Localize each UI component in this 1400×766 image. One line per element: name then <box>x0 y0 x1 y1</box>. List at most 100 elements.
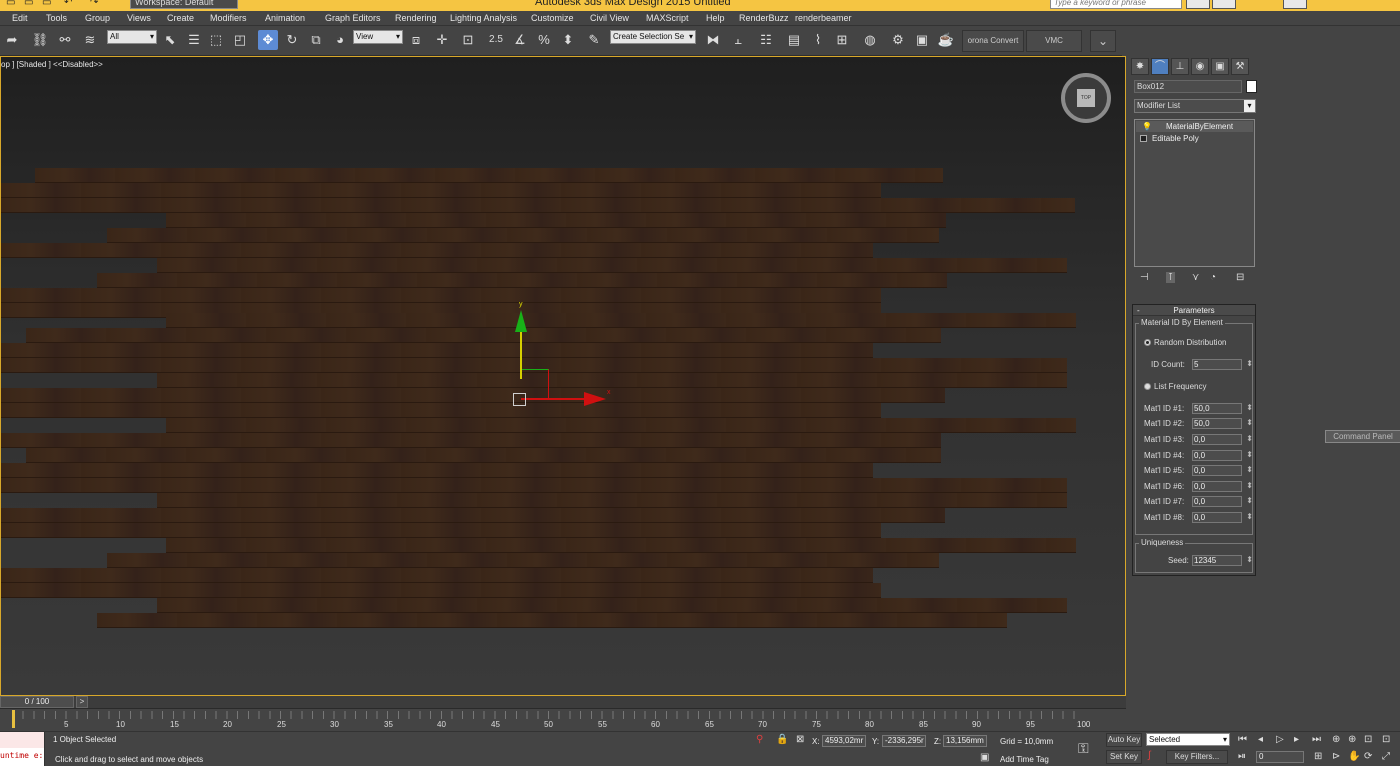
time-slider-knob[interactable]: 0 / 100 <box>0 696 74 708</box>
configure-modifier-sets-icon[interactable]: ⊟ <box>1236 272 1244 283</box>
remove-modifier-icon[interactable]: ◔ <box>1210 272 1216 283</box>
curve-editor-icon[interactable]: ⌇ <box>808 30 828 50</box>
menu-customize[interactable]: Customize <box>531 13 574 23</box>
maxscript-input[interactable] <box>0 732 44 748</box>
material-editor-icon[interactable]: ◍ <box>860 30 880 50</box>
menu-modifiers[interactable]: Modifiers <box>210 13 247 23</box>
menu-rendering[interactable]: Rendering <box>395 13 437 23</box>
isolate-selection-icon[interactable]: ⚲ <box>756 734 763 745</box>
matid-3-spinner[interactable]: 0,0 <box>1192 434 1253 445</box>
menu-renderbeamer[interactable]: renderbeamer <box>795 13 852 23</box>
pivot-center-icon[interactable]: ⧈ <box>406 30 426 50</box>
current-frame-field[interactable]: 0 <box>1256 751 1304 763</box>
select-by-name-icon[interactable]: ☰ <box>184 30 204 50</box>
object-name-field[interactable]: Box012 <box>1134 80 1242 93</box>
z-coord-field[interactable]: 13,156mm <box>943 735 987 747</box>
collapse-icon[interactable]: - <box>1137 305 1140 316</box>
zoom-icon[interactable]: ⊕ <box>1332 734 1340 745</box>
go-to-end-icon[interactable]: ⏭ <box>1312 734 1321 745</box>
stack-item-materialbyelement[interactable]: 💡 MaterialByElement <box>1136 121 1253 132</box>
undo-icon[interactable]: ↶ <box>64 0 72 8</box>
pin-stack-icon[interactable]: ⊣ <box>1140 272 1149 283</box>
align-icon[interactable]: ⫠ <box>728 30 748 50</box>
orbit-icon[interactable]: ⟳ <box>1364 751 1372 762</box>
menu-edit[interactable]: Edit <box>12 13 28 23</box>
vmc-button[interactable]: VMC <box>1026 30 1082 52</box>
menu-civil-view[interactable]: Civil View <box>590 13 629 23</box>
unlink-icon[interactable]: ⚯ <box>55 30 75 50</box>
spinner-snap-icon[interactable]: ⬍ <box>558 30 578 50</box>
viewcube-top-face[interactable]: TOP <box>1077 89 1095 107</box>
maximize-viewport-icon[interactable]: ⤢ <box>1382 751 1390 762</box>
absolute-mode-icon[interactable]: ⊠ <box>796 734 804 745</box>
seed-spinner[interactable]: 12345 <box>1192 555 1253 566</box>
tab-hierarchy-icon[interactable]: ⊥ <box>1171 58 1189 75</box>
x-coord-field[interactable]: 4593,02mr <box>822 735 866 747</box>
previous-frame-icon[interactable]: ◂ <box>1258 734 1263 745</box>
matid-6-spinner[interactable]: 0,0 <box>1192 481 1253 492</box>
set-key-button[interactable]: Set Key <box>1106 750 1142 764</box>
toolbar-overflow-chevron-icon[interactable]: ⌄ <box>1090 30 1116 52</box>
menu-graph-editors[interactable]: Graph Editors <box>325 13 381 23</box>
workspace-dropdown[interactable]: Workspace: Default <box>130 0 238 9</box>
time-slider[interactable]: 0 / 100 > <box>0 696 1126 709</box>
keyboard-shortcut-override-icon[interactable]: ⊡ <box>458 30 478 50</box>
menu-lighting-analysis[interactable]: Lighting Analysis <box>450 13 517 23</box>
rollout-header[interactable]: - Parameters <box>1133 305 1255 316</box>
lightbulb-icon[interactable]: 💡 <box>1142 121 1152 132</box>
auto-key-button[interactable]: Auto Key <box>1106 733 1142 747</box>
track-bar[interactable]: 5 10 15 20 25 30 35 40 45 50 55 60 65 70… <box>0 709 1126 731</box>
angle-snap-icon[interactable]: ∡ <box>510 30 530 50</box>
default-in-out-tangents-icon[interactable]: ∫ <box>1148 750 1151 761</box>
menu-help[interactable]: Help <box>706 13 725 23</box>
time-configuration-icon[interactable]: ⊞ <box>1314 751 1322 762</box>
zoom-extents-icon[interactable]: ⊡ <box>1364 734 1372 745</box>
account-button[interactable] <box>1212 0 1236 9</box>
open-file-icon[interactable]: ▭ <box>24 0 33 8</box>
next-frame-icon[interactable]: ▸ <box>1294 734 1299 745</box>
gizmo-x-arrow-icon[interactable] <box>584 392 606 406</box>
viewport-label[interactable]: op ] [Shaded ] <<Disabled>> <box>1 60 103 69</box>
time-slider-next-button[interactable]: > <box>76 696 88 708</box>
stack-item-editable-poly[interactable]: Editable Poly <box>1136 133 1253 144</box>
y-coord-field[interactable]: -2336,295r <box>882 735 926 747</box>
viewport-top[interactable]: op ] [Shaded ] <<Disabled>> y x TOP <box>0 56 1126 696</box>
go-to-start-icon[interactable]: ⏮ <box>1238 734 1247 745</box>
rect-selection-icon[interactable]: ⬚ <box>206 30 226 50</box>
matid-4-spinner[interactable]: 0,0 <box>1192 450 1253 461</box>
add-time-tag-icon[interactable]: ▣ <box>980 752 989 763</box>
selection-lock-icon[interactable]: 🔒 <box>776 734 788 745</box>
save-file-icon[interactable]: ▭ <box>42 0 51 8</box>
search-button[interactable] <box>1186 0 1210 9</box>
gizmo-y-arrow-icon[interactable] <box>515 310 527 332</box>
pan-view-icon[interactable]: ✋ <box>1348 751 1360 762</box>
menu-renderbuzz[interactable]: RenderBuzz <box>739 13 789 23</box>
bind-spacewarp-icon[interactable]: ≋ <box>80 30 100 50</box>
matid-2-spinner[interactable]: 50,0 <box>1192 418 1253 429</box>
modifier-list-dropdown[interactable]: Modifier List <box>1134 99 1256 113</box>
select-manipulate-icon[interactable]: ✛ <box>432 30 452 50</box>
key-filters-button[interactable]: Key Filters... <box>1166 750 1228 764</box>
tab-utilities-icon[interactable]: ⚒ <box>1231 58 1249 75</box>
rendered-frame-window-icon[interactable]: ▣ <box>912 30 932 50</box>
select-and-rotate-icon[interactable]: ↻ <box>282 30 302 50</box>
make-unique-icon[interactable]: ⋎ <box>1192 272 1199 283</box>
matid-1-spinner[interactable]: 50,0 <box>1192 403 1253 414</box>
matid-8-spinner[interactable]: 0,0 <box>1192 512 1253 523</box>
menu-maxscript[interactable]: MAXScript <box>646 13 689 23</box>
field-of-view-icon[interactable]: ⊳ <box>1332 751 1340 762</box>
add-time-tag-label[interactable]: Add Time Tag <box>1000 755 1049 764</box>
track-bar-cursor[interactable] <box>12 710 15 728</box>
mirror-icon[interactable]: ⧓ <box>703 30 723 50</box>
matid-5-spinner[interactable]: 0,0 <box>1192 465 1253 476</box>
gizmo-pivot-box[interactable] <box>513 393 526 406</box>
redo-arrow-icon[interactable]: ➦ <box>2 30 22 50</box>
matid-7-spinner[interactable]: 0,0 <box>1192 496 1253 507</box>
set-key-mode-key-icon[interactable]: ⚿ <box>1078 740 1089 757</box>
gizmo-x-axis[interactable] <box>521 398 591 400</box>
corona-convert-button[interactable]: orona Convert <box>962 30 1024 52</box>
tab-modify-icon[interactable]: ⌒ <box>1151 58 1169 75</box>
help-button[interactable] <box>1283 0 1307 9</box>
object-color-swatch[interactable] <box>1246 80 1257 93</box>
menu-group[interactable]: Group <box>85 13 110 23</box>
